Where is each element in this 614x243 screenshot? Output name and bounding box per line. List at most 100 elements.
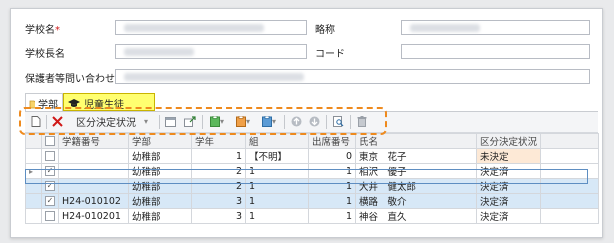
row-checkbox[interactable]: ✓ xyxy=(45,166,55,176)
cell-class[interactable]: 【不明】 xyxy=(245,148,309,164)
column-header-grade[interactable]: 学年 xyxy=(191,133,246,149)
table-row[interactable]: 幼稚部 1 【不明】 0 東京 花子 未決定 xyxy=(25,148,599,164)
cell-seat-number[interactable]: 1 xyxy=(308,163,356,179)
table-row[interactable]: ✓ 幼稚部 2 1 1 大井 健太郎 決定済 xyxy=(25,178,599,194)
school-name-label: 学校名* xyxy=(25,25,60,36)
table-row[interactable]: ✓ H24-010102 幼稚部 3 1 1 横路 敬介 決定済 xyxy=(25,193,599,209)
toolbar-separator xyxy=(46,115,47,129)
delete-button[interactable] xyxy=(50,114,64,129)
column-header-class[interactable]: 組 xyxy=(245,133,309,149)
code-field[interactable] xyxy=(401,44,590,59)
cell-decision-status[interactable]: 未決定 xyxy=(476,148,541,164)
cell-grade[interactable]: 1 xyxy=(191,148,246,164)
cell-student-id[interactable] xyxy=(58,178,129,194)
preview-button[interactable] xyxy=(331,114,345,129)
cell-grade[interactable]: 3 xyxy=(191,193,246,209)
cell-name[interactable]: 東京 花子 xyxy=(355,148,477,164)
folder-icon xyxy=(29,100,35,108)
school-name-field[interactable] xyxy=(115,20,307,35)
tab-students[interactable]: 児童生徒 xyxy=(63,93,155,111)
graduation-cap-icon xyxy=(68,99,80,107)
cell-name[interactable]: 横路 敬介 xyxy=(355,193,477,209)
cell-seat-number[interactable]: 1 xyxy=(308,193,356,209)
column-header-department[interactable]: 学部 xyxy=(128,133,192,149)
principal-field[interactable] xyxy=(115,44,307,59)
cell-student-id[interactable]: H24-010201 xyxy=(58,208,129,224)
cell-decision-status[interactable]: 決定済 xyxy=(476,163,541,179)
row-checkbox-cell[interactable]: ✓ xyxy=(41,178,59,194)
row-checkbox-cell[interactable] xyxy=(41,148,59,164)
cell-decision-status[interactable]: 決定済 xyxy=(476,208,541,224)
cell-name[interactable]: 大井 健太郎 xyxy=(355,178,477,194)
cell-class[interactable]: 1 xyxy=(245,178,309,194)
cell-decision-status[interactable]: 決定済 xyxy=(476,193,541,209)
column-header-name[interactable]: 氏名 xyxy=(355,133,477,149)
select-all-checkbox[interactable] xyxy=(45,136,55,146)
cell-grade[interactable]: 2 xyxy=(191,178,246,194)
delete-x-icon xyxy=(51,116,63,127)
cell-decision-status[interactable]: 決定済 xyxy=(476,178,541,194)
chevron-down-icon: ▾ xyxy=(219,117,224,126)
toolbar-separator xyxy=(159,115,160,129)
cell-student-id[interactable] xyxy=(58,148,129,164)
move-up-button[interactable] xyxy=(289,114,303,129)
table-row[interactable]: ▸ ✓ 幼稚部 2 1 1 相沢 優子 決定済 xyxy=(25,163,599,179)
cell-student-id[interactable] xyxy=(58,163,129,179)
cell-seat-number[interactable]: 0 xyxy=(308,148,356,164)
cell-department[interactable]: 幼稚部 xyxy=(128,148,192,164)
cell-class[interactable]: 1 xyxy=(245,208,309,224)
cell-student-id[interactable]: H24-010102 xyxy=(58,193,129,209)
move-down-button[interactable] xyxy=(307,114,321,129)
new-document-icon xyxy=(31,116,41,127)
chevron-down-icon: ▾ xyxy=(245,117,250,126)
row-checkbox-cell[interactable] xyxy=(41,208,59,224)
trash-button[interactable] xyxy=(355,114,369,129)
column-header-seat-number[interactable]: 出席番号 xyxy=(308,133,356,149)
row-checkbox-cell[interactable]: ✓ xyxy=(41,163,59,179)
cell-seat-number[interactable]: 1 xyxy=(308,178,356,194)
cell-class[interactable]: 1 xyxy=(245,193,309,209)
cell-filler xyxy=(540,208,599,224)
row-checkbox[interactable] xyxy=(45,211,55,221)
row-checkbox[interactable] xyxy=(45,151,55,161)
school-info-panel: 学校名* 略称 学校長名 コード 保護者等問い合わせ先 学部 児童生徒 区分決定… xyxy=(10,8,603,238)
orange-copy-dropdown[interactable]: ▾ xyxy=(232,114,254,129)
toolbar-separator xyxy=(326,115,327,129)
green-copy-dropdown[interactable]: ▾ xyxy=(206,114,228,129)
cell-name[interactable]: 相沢 優子 xyxy=(355,163,477,179)
new-record-button[interactable] xyxy=(29,114,43,129)
blue-copy-dropdown[interactable]: ▾ xyxy=(258,114,280,129)
column-header-decision-status[interactable]: 区分決定状況 xyxy=(476,133,541,149)
cell-filler xyxy=(540,193,599,209)
tab-department[interactable]: 学部 xyxy=(25,93,63,111)
cell-department[interactable]: 幼稚部 xyxy=(128,208,192,224)
table-row[interactable]: H24-010201 幼稚部 3 1 1 神谷 直久 決定済 xyxy=(25,208,599,224)
row-checkbox[interactable]: ✓ xyxy=(45,196,55,206)
window-icon xyxy=(164,116,176,127)
cell-filler xyxy=(540,163,599,179)
cell-seat-number[interactable]: 1 xyxy=(308,208,356,224)
search-document-icon xyxy=(332,116,343,127)
cell-department[interactable]: 幼稚部 xyxy=(128,163,192,179)
row-checkbox[interactable]: ✓ xyxy=(45,181,55,191)
column-header-student-id[interactable]: 学籍番号 xyxy=(58,133,129,149)
green-clipboard-icon xyxy=(209,116,220,127)
select-all-header[interactable] xyxy=(41,133,59,149)
abbrev-label: 略称 xyxy=(315,25,335,36)
import-button[interactable] xyxy=(163,114,177,129)
abbrev-field[interactable] xyxy=(401,20,590,35)
cell-filler xyxy=(540,148,599,164)
current-row-indicator-icon: ▸ xyxy=(29,166,34,176)
cell-name[interactable]: 神谷 直久 xyxy=(355,208,477,224)
cell-department[interactable]: 幼稚部 xyxy=(128,178,192,194)
row-checkbox-cell[interactable]: ✓ xyxy=(41,193,59,209)
cell-department[interactable]: 幼稚部 xyxy=(128,193,192,209)
cell-class[interactable]: 1 xyxy=(245,163,309,179)
export-button[interactable] xyxy=(183,114,197,129)
cell-grade[interactable]: 3 xyxy=(191,208,246,224)
decision-status-dropdown[interactable]: 区分決定状況 ▾ xyxy=(68,114,156,129)
cell-filler xyxy=(540,178,599,194)
cell-grade[interactable]: 2 xyxy=(191,163,246,179)
row-indicator: ▸ xyxy=(25,163,42,179)
guardian-contact-field[interactable] xyxy=(115,69,590,84)
